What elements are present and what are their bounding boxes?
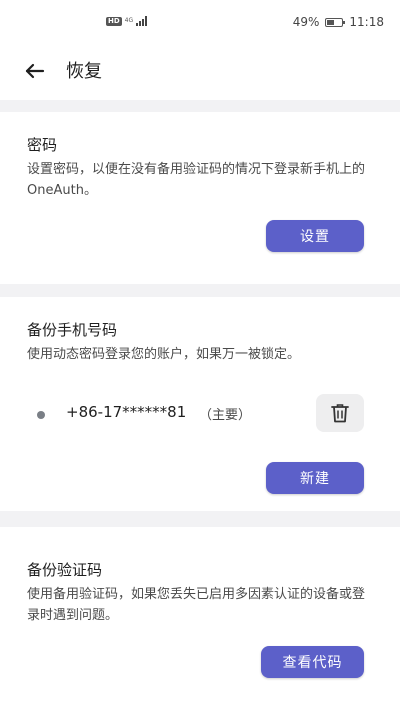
backup-phone-title: 备份手机号码	[27, 321, 118, 339]
battery-icon	[325, 17, 346, 27]
trash-icon	[331, 404, 349, 423]
network-type: 4G	[124, 17, 134, 24]
backup-codes-card: 备份验证码 使用备用验证码，如果您丢失已启用多因素认证的设备或登录时遇到问题。 …	[0, 527, 400, 711]
delete-phone-button[interactable]	[316, 394, 364, 432]
add-phone-button[interactable]: 新建	[266, 462, 364, 494]
phone-number: +86-17******81	[66, 403, 187, 421]
bullet-icon	[37, 411, 45, 419]
password-card: 密码 设置密码，以便在没有备用验证码的情况下登录新手机上的OneAuth。 设置	[0, 112, 400, 284]
set-password-button[interactable]: 设置	[266, 220, 364, 252]
backup-phone-description: 使用动态密码登录您的账户，如果万一被锁定。	[27, 347, 301, 362]
app-bar: 恢复	[0, 44, 400, 100]
password-title: 密码	[27, 136, 58, 154]
view-codes-button[interactable]: 查看代码	[261, 646, 364, 678]
phone-list-item: +86-17******81 （主要）	[0, 394, 400, 434]
arrow-left-icon[interactable]	[24, 60, 46, 82]
status-bar: HD 4G 49% 11:18	[0, 0, 400, 44]
backup-phone-card: 备份手机号码 使用动态密码登录您的账户，如果万一被锁定。 +86-17*****…	[0, 297, 400, 511]
signal-icon	[136, 16, 148, 26]
page-title: 恢复	[66, 61, 102, 82]
backup-codes-title: 备份验证码	[27, 561, 103, 579]
network-indicators: HD 4G	[106, 16, 148, 26]
clock: 11:18	[349, 15, 384, 29]
backup-codes-description: 使用备用验证码，如果您丢失已启用多因素认证的设备或登录时遇到问题。	[27, 587, 366, 623]
primary-tag: （主要）	[199, 408, 252, 423]
battery-percent: 49%	[292, 15, 320, 29]
status-right: 49% 11:18	[293, 15, 384, 29]
hd-badge: HD	[106, 16, 122, 26]
password-description: 设置密码，以便在没有备用验证码的情况下登录新手机上的OneAuth。	[27, 162, 366, 198]
